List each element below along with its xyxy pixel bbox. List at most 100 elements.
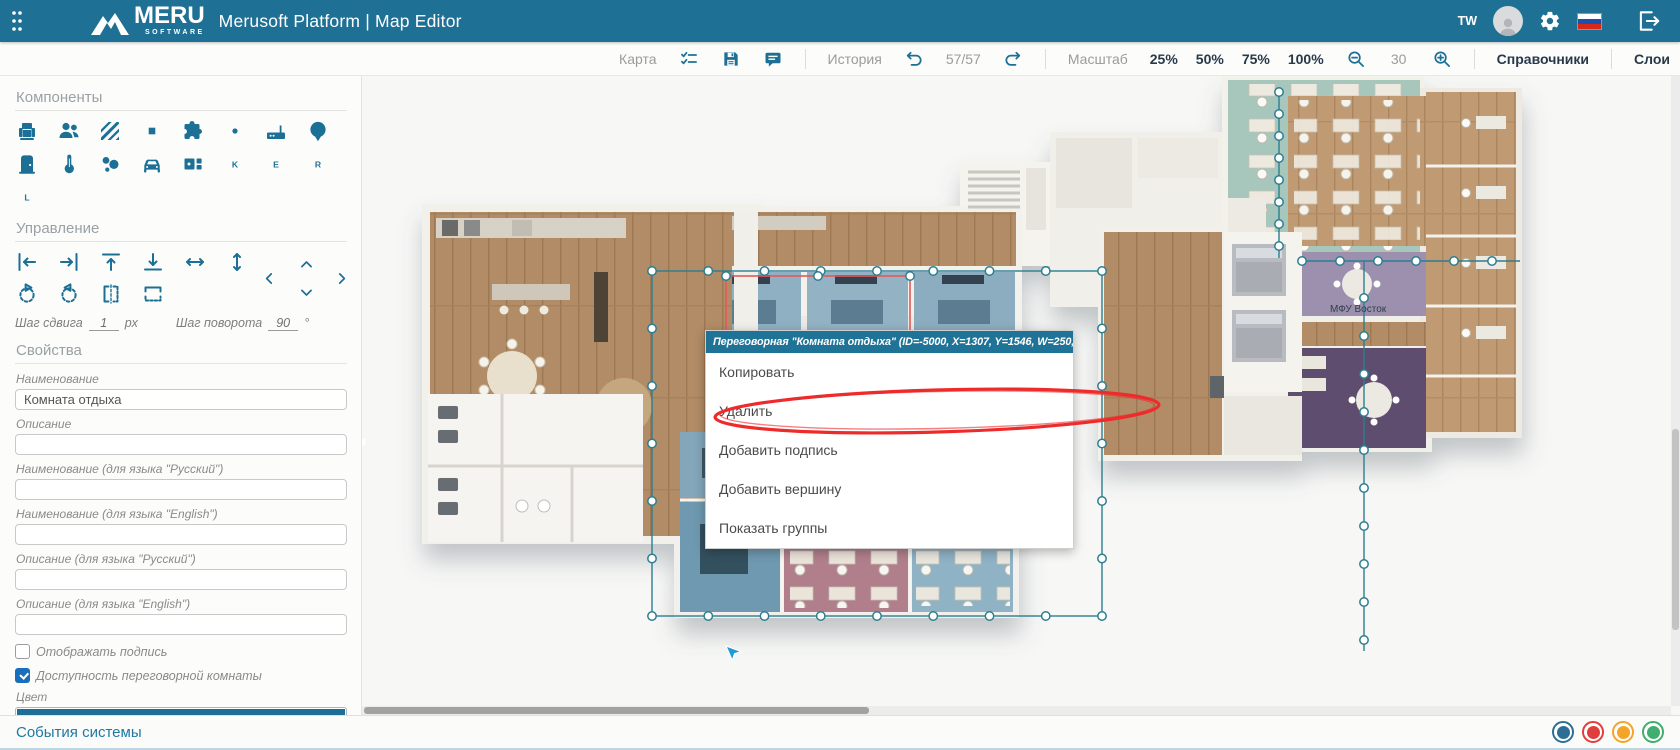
context-menu-item[interactable]: Добавить вершину — [706, 470, 1073, 509]
hatch-icon[interactable] — [98, 119, 122, 143]
property-input[interactable] — [15, 569, 347, 590]
map-canvas[interactable]: МФУ Восток Переговорная "Комната отдыха"… — [362, 76, 1680, 715]
logo-text: MERU — [134, 2, 205, 29]
key-r-icon[interactable] — [306, 152, 330, 176]
toolbar-divider — [1045, 49, 1046, 69]
status-dot-blue-inner — [1557, 726, 1570, 739]
layers-button[interactable]: Слои — [1634, 51, 1670, 67]
map-pin-icon[interactable] — [726, 646, 741, 660]
toolbar-divider — [1474, 49, 1475, 69]
align-left-icon[interactable] — [15, 250, 39, 274]
vertical-scrollbar[interactable] — [1671, 76, 1680, 706]
color-label: Цвет — [16, 690, 347, 704]
property-input[interactable] — [15, 389, 347, 410]
resize-h-icon[interactable] — [183, 250, 207, 274]
zoom-preset-100[interactable]: 100% — [1288, 51, 1324, 67]
statusbar: События системы — [0, 715, 1680, 750]
step-shift-unit: px — [125, 316, 138, 330]
vertical-scrollbar-thumb[interactable] — [1672, 429, 1679, 631]
context-menu-item[interactable]: Удалить — [706, 392, 1073, 431]
logout-icon[interactable] — [1636, 8, 1662, 34]
rotate-ccw-icon[interactable] — [57, 282, 81, 306]
components-section-title: Компоненты — [15, 80, 347, 111]
bubbles-icon[interactable] — [98, 152, 122, 176]
align-right-icon[interactable] — [57, 250, 81, 274]
checkbox-label: Отображать подпись — [36, 645, 167, 659]
checkbox[interactable] — [15, 668, 30, 683]
horizontal-scrollbar[interactable] — [362, 706, 1671, 715]
horizontal-scrollbar-thumb[interactable] — [364, 707, 869, 714]
comment-icon[interactable] — [763, 49, 783, 69]
property-input[interactable] — [15, 524, 347, 545]
redo-icon[interactable] — [1003, 49, 1023, 69]
app-window: MERU SOFTWARE Merusoft Platform | Map Ed… — [0, 0, 1680, 750]
access-point-icon[interactable] — [223, 119, 247, 143]
align-bottom-icon[interactable] — [141, 250, 165, 274]
field-label: Наименование — [16, 372, 347, 386]
blocks-icon[interactable] — [181, 152, 205, 176]
flip-v-icon[interactable] — [141, 282, 165, 306]
step-shift-input[interactable]: 1 — [89, 316, 119, 331]
property-input[interactable] — [15, 479, 347, 500]
marker-icon[interactable] — [306, 119, 330, 143]
router-icon[interactable] — [264, 119, 288, 143]
resize-v-icon[interactable] — [225, 250, 249, 274]
zoom-presets: 25% 50% 75% 100% — [1150, 51, 1324, 67]
thermometer-icon[interactable] — [57, 152, 81, 176]
menu-kebab-icon[interactable] — [0, 0, 34, 42]
chevron-down-icon[interactable] — [298, 284, 315, 301]
flip-h-icon[interactable] — [99, 282, 123, 306]
key-l-icon[interactable] — [15, 185, 39, 209]
step-rotate-input[interactable]: 90 — [268, 316, 298, 331]
door-icon[interactable] — [15, 152, 39, 176]
status-dot-orange[interactable] — [1612, 721, 1634, 743]
zoom-in-icon[interactable] — [1432, 49, 1452, 69]
checkbox[interactable] — [15, 644, 30, 659]
context-menu-item[interactable]: Показать группы — [706, 509, 1073, 548]
users-icon[interactable] — [57, 119, 81, 143]
zoom-preset-50[interactable]: 50% — [1196, 51, 1224, 67]
status-dot-red[interactable] — [1582, 721, 1604, 743]
property-input[interactable] — [15, 434, 347, 455]
avatar[interactable] — [1493, 6, 1523, 36]
puzzle-icon[interactable] — [181, 119, 205, 143]
status-dot-red-inner — [1587, 726, 1600, 739]
components-grid — [15, 119, 347, 209]
chevron-left-icon[interactable] — [261, 270, 278, 287]
properties-section-title: Свойства — [15, 333, 347, 364]
management-section-title: Управление — [15, 211, 347, 242]
align-top-icon[interactable] — [99, 250, 123, 274]
flag-russia-icon[interactable] — [1577, 13, 1602, 30]
chevron-up-icon[interactable] — [298, 256, 315, 273]
zoom-value-input[interactable]: 30 — [1388, 51, 1410, 67]
field-label: Наименование (для языка "Русский") — [16, 462, 347, 476]
map-label-mfu: МФУ Восток — [1330, 304, 1387, 315]
undo-icon[interactable] — [904, 49, 924, 69]
save-icon[interactable] — [721, 49, 741, 69]
user-initials: TW — [1458, 14, 1477, 28]
rotate-cw-icon[interactable] — [15, 282, 39, 306]
zoom-preset-75[interactable]: 75% — [1242, 51, 1270, 67]
management-grid — [15, 250, 275, 306]
workplace-icon[interactable] — [15, 119, 39, 143]
car-icon[interactable] — [140, 152, 164, 176]
color-select[interactable] — [15, 707, 347, 715]
key-k-icon[interactable] — [223, 152, 247, 176]
sidebar: Компоненты Управление Шаг сдвига 1 px Ша… — [0, 76, 362, 715]
map-label: Карта — [619, 51, 656, 67]
context-menu-item[interactable]: Копировать — [706, 353, 1073, 392]
logo-mountain-icon — [90, 12, 130, 36]
chevron-right-icon[interactable] — [333, 270, 350, 287]
zoom-out-icon[interactable] — [1346, 49, 1366, 69]
status-dot-green[interactable] — [1642, 721, 1664, 743]
zoom-preset-25[interactable]: 25% — [1150, 51, 1178, 67]
references-button[interactable]: Справочники — [1497, 51, 1589, 67]
context-menu-item[interactable]: Добавить подпись — [706, 431, 1073, 470]
zone-icon[interactable] — [140, 119, 164, 143]
property-input[interactable] — [15, 614, 347, 635]
checklist-icon[interactable] — [679, 49, 699, 69]
system-events-label[interactable]: События системы — [16, 724, 142, 741]
key-e-icon[interactable] — [264, 152, 288, 176]
gear-icon[interactable] — [1539, 10, 1561, 32]
status-dot-blue[interactable] — [1552, 721, 1574, 743]
